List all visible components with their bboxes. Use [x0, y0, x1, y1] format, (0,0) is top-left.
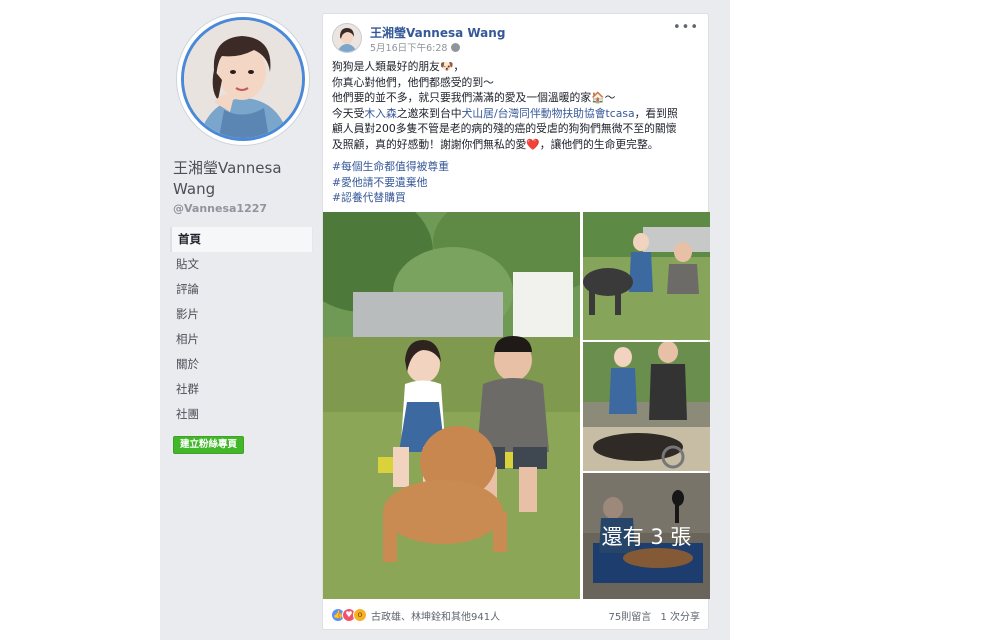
post-text-fragment: 之邀來到台中: [396, 106, 462, 120]
sidebar-item-videos[interactable]: 影片: [170, 302, 313, 327]
post-text-fragment: 今天受: [332, 106, 365, 120]
page-handle[interactable]: @Vannesa1227: [173, 202, 267, 215]
hashtag-list: #每個生命都值得被尊重 #愛他請不要遺棄他 #認養代替購買: [332, 159, 449, 206]
post-line: 他們要的並不多，就只要我們滿滿的愛及一個溫暖的家🏠～: [332, 91, 616, 104]
mention-link[interactable]: 木入森: [364, 107, 396, 120]
reactions-summary[interactable]: 👍 ♥ o 古政雄、林坤銓和其他941人: [331, 608, 500, 623]
hashtag-link[interactable]: #認養代替購買: [332, 190, 449, 206]
sidebar-nav: 首頁 貼文 評論 影片 相片 關於 社群 社團: [170, 227, 313, 427]
sidebar-item-posts[interactable]: 貼文: [170, 252, 313, 277]
sidebar-item-reviews[interactable]: 評論: [170, 277, 313, 302]
sidebar-item-about[interactable]: 關於: [170, 352, 313, 377]
post-line: 你真心對他們，他們都感受的到～: [332, 75, 494, 89]
more-photos-overlay[interactable]: 還有 3 張: [583, 473, 710, 599]
page-name[interactable]: 王湘瑩Vannesa Wang: [173, 158, 313, 200]
shares-count[interactable]: 1 次分享: [660, 612, 700, 623]
post-photo-thumbnail-more[interactable]: 還有 3 張: [583, 473, 710, 599]
engagement-counts: 75則留言 1 次分享: [603, 608, 700, 623]
reactions-text[interactable]: 古政雄、林坤銓和其他941人: [371, 608, 500, 623]
post-line: 今天受木入森之邀來到台中犬山居/台灣同伴動物扶助協會tcasa，看到照: [332, 106, 702, 122]
post-author-link[interactable]: 王湘瑩Vannesa Wang: [370, 24, 505, 41]
post-line: 及照顧，真的好感動！謝謝你們無私的愛❤️，讓他們的生命更完整。: [332, 137, 659, 151]
sidebar-item-home[interactable]: 首頁: [170, 227, 313, 252]
post-photo-thumbnail[interactable]: [583, 342, 710, 471]
post-photo-main[interactable]: [323, 212, 580, 599]
post-line: 狗狗是人類最好的朋友🐶，: [332, 60, 465, 73]
post-footer: 👍 ♥ o 古政雄、林坤銓和其他941人 75則留言 1 次分享: [323, 600, 708, 630]
post-text-fragment: ，看到照: [634, 106, 678, 120]
sidebar-item-community[interactable]: 社群: [170, 377, 313, 402]
timestamp-text[interactable]: 5月16日下午6:28: [370, 43, 447, 54]
hashtag-link[interactable]: #愛他請不要遺棄他: [332, 175, 449, 191]
sidebar-item-groups[interactable]: 社團: [170, 402, 313, 427]
comments-count[interactable]: 75則留言: [609, 612, 652, 623]
profile-picture[interactable]: [181, 17, 305, 141]
profile-picture-frame[interactable]: [176, 12, 310, 146]
more-options-icon[interactable]: •••: [673, 20, 699, 35]
post-timestamp[interactable]: 5月16日下午6:28: [370, 40, 461, 54]
create-page-button[interactable]: 建立粉絲專頁: [173, 436, 245, 454]
sidebar-item-photos[interactable]: 相片: [170, 327, 313, 352]
hashtag-link[interactable]: #每個生命都值得被尊重: [332, 159, 449, 175]
post-card: 王湘瑩Vannesa Wang 5月16日下午6:28 ••• 狗狗是人類最好的…: [322, 13, 710, 630]
globe-icon: [451, 43, 461, 52]
post-photo-thumbnail[interactable]: [583, 212, 710, 340]
mention-link-tcasa[interactable]: 犬山居/台灣同伴動物扶助協會tcasa: [462, 107, 635, 120]
author-avatar[interactable]: [332, 23, 362, 53]
post-text: 狗狗是人類最好的朋友🐶， 你真心對他們，他們都感受的到～ 他們要的並不多，就只要…: [332, 59, 702, 152]
wow-reaction-icon: o: [353, 608, 367, 622]
post-line: 顧人員對200多隻不管是老的病的殘的癌的受虐的狗狗們無微不至的關懷: [332, 122, 677, 135]
